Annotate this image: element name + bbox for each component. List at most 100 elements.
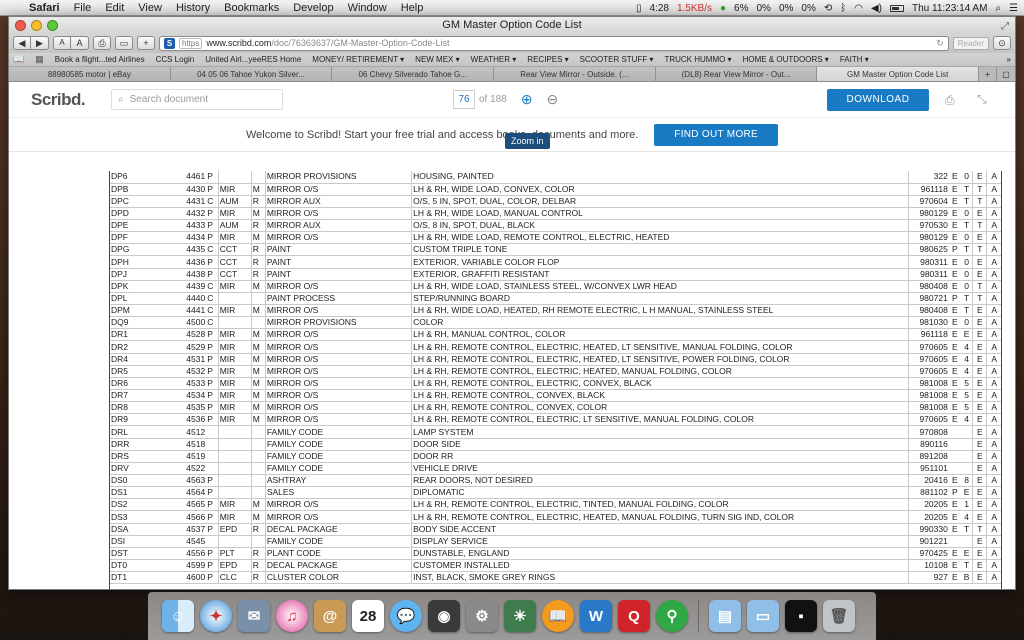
tab[interactable]: 06 Chevy Silverado Tahoe G... xyxy=(332,67,495,81)
bookmark-folder[interactable]: MONEY/ RETIREMENT ▾ xyxy=(312,55,404,64)
itunes-icon[interactable]: ♫ xyxy=(276,600,308,632)
menu-file[interactable]: File xyxy=(67,2,99,14)
collapse-icon[interactable]: ⤡ xyxy=(977,92,987,107)
menu-help[interactable]: Help xyxy=(394,2,431,14)
search-input[interactable]: ⌕ Search document xyxy=(111,89,283,110)
contacts-icon[interactable]: @ xyxy=(314,600,346,632)
menu-window[interactable]: Window xyxy=(341,2,394,14)
cell-group: MIR xyxy=(217,413,252,427)
scribd-logo[interactable]: Scribd. xyxy=(31,90,111,110)
spotlight-icon[interactable]: ⌕ xyxy=(995,3,1001,14)
clock[interactable]: Thu 11:23:14 AM xyxy=(912,3,987,14)
trash-icon[interactable]: 🗑 xyxy=(823,600,855,632)
phone-icon[interactable]: ▯ xyxy=(636,3,642,14)
font-smaller-button[interactable]: A xyxy=(53,36,71,50)
cell-group xyxy=(217,486,252,500)
zoom-out-icon[interactable]: ⊖ xyxy=(547,91,559,108)
bookmarks-overflow-icon[interactable]: » xyxy=(1007,55,1011,64)
wifi-icon[interactable]: ◠ xyxy=(854,3,863,14)
bookmark-folder[interactable]: SCOOTER STUFF ▾ xyxy=(580,55,654,64)
add-tab-icon[interactable]: + xyxy=(979,67,998,81)
close-window-button[interactable] xyxy=(15,20,26,31)
address-bar[interactable]: S https www.scribd.com/doc/76363637/GM-M… xyxy=(159,35,949,51)
cell-type: M xyxy=(250,401,266,415)
cell-option-code: DS0 xyxy=(110,474,169,488)
cell-flag-3: E xyxy=(972,425,987,439)
time-machine-icon[interactable]: ⟲ xyxy=(824,3,832,14)
print-button[interactable]: ⎙ xyxy=(93,36,111,50)
share-button[interactable]: ▭ xyxy=(115,36,133,50)
cell-flag-1: E xyxy=(948,474,961,488)
cell-description: DISPLAY SERVICE xyxy=(411,535,909,548)
bookmark-item[interactable]: Book a flight...ted Airlines xyxy=(55,55,145,64)
document-viewer[interactable]: DP6 4461 P MIRROR PROVISIONS HOUSING, PAINTE… xyxy=(9,171,1015,589)
bookmark-item[interactable]: CCS Login xyxy=(156,55,195,64)
zoom-in-icon[interactable]: ⊕ xyxy=(521,91,533,108)
tab[interactable]: 88980585 motor | eBay xyxy=(9,67,171,81)
cell-group: CCT xyxy=(217,255,252,269)
bluetooth-icon[interactable]: ᛒ xyxy=(840,3,846,14)
volume-icon[interactable]: ◀) xyxy=(871,3,882,14)
bookmark-folder[interactable]: RECIPES ▾ xyxy=(527,55,568,64)
zoom-window-button[interactable] xyxy=(47,20,58,31)
top-sites-icon[interactable]: ▦ xyxy=(35,54,44,65)
downloads-stack-icon[interactable]: ▪ xyxy=(785,600,817,632)
tab-overview-icon[interactable]: ▢ xyxy=(997,67,1015,81)
tab[interactable]: (DL8) Rear View Mirror - Out... xyxy=(655,67,818,81)
safari-icon[interactable]: ✦ xyxy=(200,600,232,632)
activity-icon[interactable]: ● xyxy=(720,3,726,14)
forward-button[interactable]: ▶ xyxy=(31,36,49,50)
font-larger-button[interactable]: A xyxy=(71,36,89,50)
tab[interactable]: Rear View Mirror - Outside. (... xyxy=(494,67,656,81)
quicken-icon[interactable]: Q xyxy=(618,600,650,632)
maps-icon[interactable]: ⚲ xyxy=(656,600,688,632)
documents-folder-icon[interactable]: ▭ xyxy=(747,600,779,632)
reader-button[interactable]: Reader xyxy=(952,36,989,50)
tab-active[interactable]: GM Master Option Code List xyxy=(817,67,980,81)
ibooks-icon[interactable]: 📖 xyxy=(542,600,574,632)
cell-description: LH & RH, REMOTE CONTROL, CONVEX, COLOR xyxy=(411,401,909,415)
https-badge: https xyxy=(179,37,203,49)
system-preferences-icon[interactable]: ⚙ xyxy=(466,600,498,632)
cell-flag-4: A xyxy=(986,377,1001,391)
cell-type xyxy=(250,316,266,330)
fullscreen-icon[interactable]: ⤢ xyxy=(1001,19,1009,35)
menu-edit[interactable]: Edit xyxy=(98,2,131,14)
menu-develop[interactable]: Develop xyxy=(286,2,340,14)
reload-icon[interactable]: ↻ xyxy=(936,38,944,49)
cell-type: R xyxy=(250,243,266,257)
reading-list-icon[interactable]: 📖 xyxy=(13,54,24,65)
cell-option-code: DR5 xyxy=(110,365,169,378)
menu-app[interactable]: Safari xyxy=(22,2,67,14)
battery-icon[interactable] xyxy=(890,4,904,12)
photos-icon[interactable]: ☀ xyxy=(504,600,536,632)
page-number-input[interactable]: 76 xyxy=(453,90,475,109)
new-tab-button[interactable]: + xyxy=(137,36,155,50)
menu-view[interactable]: View xyxy=(131,2,169,14)
cell-type: M xyxy=(250,353,266,366)
back-button[interactable]: ◀ xyxy=(13,36,31,50)
downloads-button[interactable]: ⊙ xyxy=(993,36,1011,50)
download-button[interactable]: DOWNLOAD xyxy=(827,89,929,111)
facetime-icon[interactable]: ◉ xyxy=(428,600,460,632)
calendar-icon[interactable]: 28 xyxy=(352,600,384,632)
tab[interactable]: 04 05 06 Tahoe Yukon Silver... xyxy=(170,67,333,81)
bookmark-folder[interactable]: WEATHER ▾ xyxy=(471,55,517,64)
bookmark-folder[interactable]: FAITH ▾ xyxy=(840,55,869,64)
print-icon[interactable]: ⎙ xyxy=(945,93,955,108)
bookmark-folder[interactable]: TRUCK HUMMO ▾ xyxy=(664,55,731,64)
find-out-more-button[interactable]: FIND OUT MORE xyxy=(654,123,779,146)
applications-folder-icon[interactable]: ▤ xyxy=(709,600,741,632)
menu-history[interactable]: History xyxy=(169,2,217,14)
bookmark-item[interactable]: United Airl...yeeRES Home xyxy=(205,55,301,64)
notification-icon[interactable]: ☰ xyxy=(1009,3,1018,14)
bookmark-folder[interactable]: HOME & OUTDOORS ▾ xyxy=(743,55,829,64)
messages-icon[interactable]: 💬 xyxy=(390,600,422,632)
cell-flag-1: E xyxy=(948,195,961,208)
word-icon[interactable]: W xyxy=(580,600,612,632)
bookmark-folder[interactable]: NEW MEX ▾ xyxy=(415,55,459,64)
menu-bookmarks[interactable]: Bookmarks xyxy=(217,2,286,14)
finder-icon[interactable]: ☺ xyxy=(162,600,194,632)
minimize-window-button[interactable] xyxy=(31,20,42,31)
mail-icon[interactable]: ✉ xyxy=(238,600,270,632)
